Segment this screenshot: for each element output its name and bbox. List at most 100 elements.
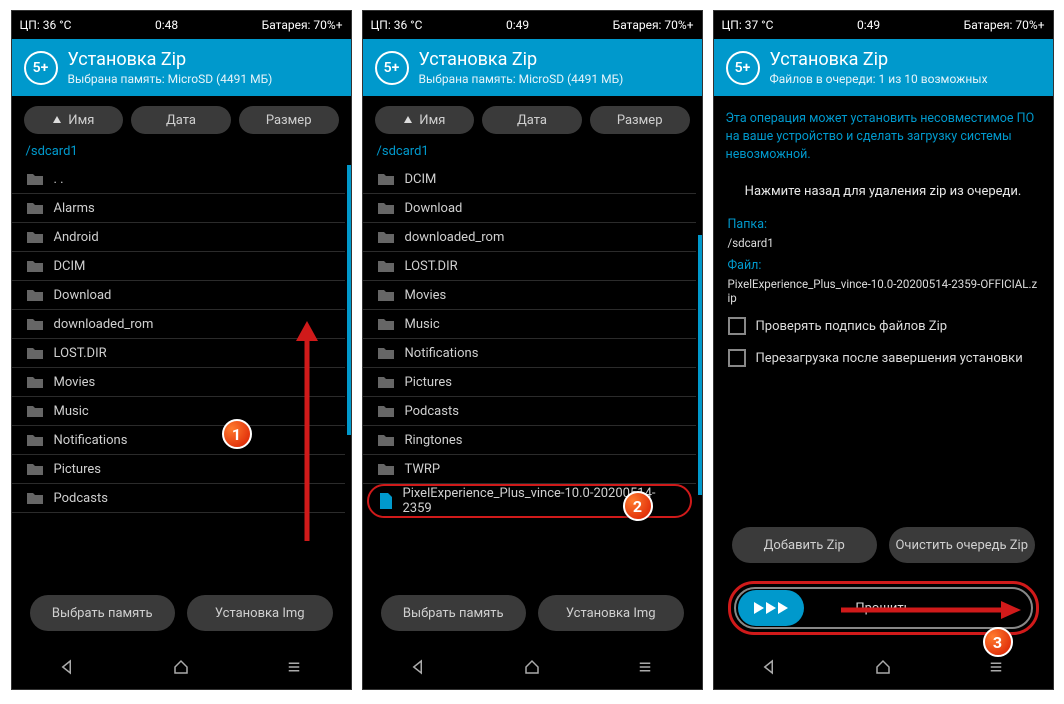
clear-queue-button[interactable]: Очистить очередь Zip <box>889 527 1035 563</box>
folder-row[interactable]: Movies <box>363 281 696 310</box>
queue-count-icon: 5+ <box>24 51 58 85</box>
file-value: PixelExperience_Plus_vince-10.0-20200514… <box>728 277 1039 305</box>
row-label: DCIM <box>405 172 437 187</box>
status-battery: Батарея: 70%+ <box>613 18 694 32</box>
row-label: Pictures <box>54 462 101 477</box>
verify-signature-label: Проверять подпись файлов Zip <box>756 319 948 334</box>
sort-name-button[interactable]: Имя <box>375 106 475 134</box>
row-label: downloaded_rom <box>405 230 505 245</box>
checkbox-icon <box>728 317 746 335</box>
warning-text: Эта операция может установить несовмести… <box>714 96 1053 174</box>
row-label: LOST.DIR <box>405 259 458 274</box>
folder-label: Папка: <box>728 217 1039 232</box>
select-storage-button[interactable]: Выбрать память <box>30 595 176 631</box>
nav-bar <box>12 645 351 689</box>
annotation-callout-2: 2 <box>623 491 653 521</box>
page-title: Установка Zip <box>770 49 988 70</box>
sort-name-label: Имя <box>419 113 445 128</box>
row-label: Alarms <box>54 201 95 216</box>
status-time: 0:48 <box>71 18 261 32</box>
screen-3: ЦП: 37 °C 0:49 Батарея: 70%+ 5+ Установк… <box>713 10 1054 690</box>
nav-back-icon[interactable] <box>410 658 428 676</box>
current-path: /sdcard1 <box>363 140 702 165</box>
page-title: Установка Zip <box>68 49 273 70</box>
folder-row[interactable]: Alarms <box>12 194 345 223</box>
nav-home-icon[interactable] <box>874 658 892 676</box>
sort-date-button[interactable]: Дата <box>131 106 231 134</box>
row-label: DCIM <box>54 259 86 274</box>
status-battery: Батарея: 70%+ <box>964 18 1045 32</box>
sort-asc-icon <box>52 115 62 125</box>
add-zip-button[interactable]: Добавить Zip <box>732 527 878 563</box>
annotation-arrow <box>841 598 1021 622</box>
checkbox-icon <box>728 349 746 367</box>
row-label: LOST.DIR <box>54 346 107 361</box>
row-label: Notifications <box>405 346 479 361</box>
folder-row[interactable]: Notifications <box>363 339 696 368</box>
page-title: Установка Zip <box>419 49 624 70</box>
row-label: Podcasts <box>405 404 459 419</box>
nav-menu-icon[interactable] <box>285 658 303 676</box>
nav-menu-icon[interactable] <box>636 658 654 676</box>
folder-row[interactable]: TWRP <box>363 455 696 484</box>
folder-row[interactable]: Download <box>12 281 345 310</box>
status-bar: ЦП: 37 °C 0:49 Батарея: 70%+ <box>714 11 1053 39</box>
sort-row: Имя Дата Размер <box>363 96 702 140</box>
annotation-arrow <box>292 321 322 551</box>
current-path: /sdcard1 <box>12 140 351 165</box>
sort-date-label: Дата <box>166 113 196 128</box>
folder-row[interactable]: Pictures <box>363 368 696 397</box>
sort-size-button[interactable]: Размер <box>239 106 339 134</box>
row-label: Music <box>54 404 89 419</box>
row-label: Android <box>54 230 99 245</box>
nav-bar <box>363 645 702 689</box>
reboot-after-checkbox[interactable]: Перезагрузка после завершения установки <box>728 349 1039 367</box>
row-label: . . <box>54 172 64 187</box>
verify-signature-checkbox[interactable]: Проверять подпись файлов Zip <box>728 317 1039 335</box>
folder-row[interactable]: Music <box>363 310 696 339</box>
app-header: 5+ Установка Zip Выбрана память: MicroSD… <box>363 39 702 96</box>
status-cpu: ЦП: 36 °C <box>20 18 72 32</box>
screen-1: ЦП: 36 °C 0:48 Батарея: 70%+ 5+ Установк… <box>11 10 352 690</box>
sort-name-button[interactable]: Имя <box>24 106 124 134</box>
folder-row[interactable]: DCIM <box>363 165 696 194</box>
status-cpu: ЦП: 37 °C <box>722 18 774 32</box>
nav-back-icon[interactable] <box>59 658 77 676</box>
install-image-button[interactable]: Установка Img <box>187 595 333 631</box>
scrollbar[interactable] <box>698 235 702 495</box>
nav-home-icon[interactable] <box>172 658 190 676</box>
folder-row[interactable]: . . <box>12 165 345 194</box>
folder-row[interactable]: LOST.DIR <box>363 252 696 281</box>
sort-size-button[interactable]: Размер <box>590 106 690 134</box>
row-label: Movies <box>54 375 96 390</box>
folder-row[interactable]: downloaded_rom <box>363 223 696 252</box>
hint-text: Нажмите назад для удаления zip из очеред… <box>714 174 1053 209</box>
nav-home-icon[interactable] <box>523 658 541 676</box>
row-label: Podcasts <box>54 491 108 506</box>
row-label: downloaded_rom <box>54 317 154 332</box>
row-label: Pictures <box>405 375 452 390</box>
status-bar: ЦП: 36 °C 0:48 Батарея: 70%+ <box>12 11 351 39</box>
nav-menu-icon[interactable] <box>987 658 1005 676</box>
row-label: Music <box>405 317 440 332</box>
scrollbar[interactable] <box>347 165 351 435</box>
file-list[interactable]: DCIM Download downloaded_rom LOST.DIR Movies… <box>363 165 702 579</box>
folder-row[interactable]: Android <box>12 223 345 252</box>
install-image-button[interactable]: Установка Img <box>538 595 684 631</box>
page-subtitle: Файлов в очереди: 1 из 10 возможных <box>770 72 988 86</box>
file-label: Файл: <box>728 258 1039 273</box>
nav-back-icon[interactable] <box>761 658 779 676</box>
status-bar: ЦП: 36 °C 0:49 Батарея: 70%+ <box>363 11 702 39</box>
folder-row[interactable]: Podcasts <box>363 397 696 426</box>
app-header: 5+ Установка Zip Выбрана память: MicroSD… <box>12 39 351 96</box>
folder-row[interactable]: Download <box>363 194 696 223</box>
page-subtitle: Выбрана память: MicroSD (4491 МБ) <box>419 72 624 86</box>
status-cpu: ЦП: 36 °C <box>371 18 423 32</box>
select-storage-button[interactable]: Выбрать память <box>381 595 527 631</box>
reboot-after-label: Перезагрузка после завершения установки <box>756 351 1023 366</box>
folder-row[interactable]: DCIM <box>12 252 345 281</box>
page-subtitle: Выбрана память: MicroSD (4491 МБ) <box>68 72 273 86</box>
sort-size-label: Размер <box>266 113 312 128</box>
folder-row[interactable]: Ringtones <box>363 426 696 455</box>
sort-date-button[interactable]: Дата <box>482 106 582 134</box>
